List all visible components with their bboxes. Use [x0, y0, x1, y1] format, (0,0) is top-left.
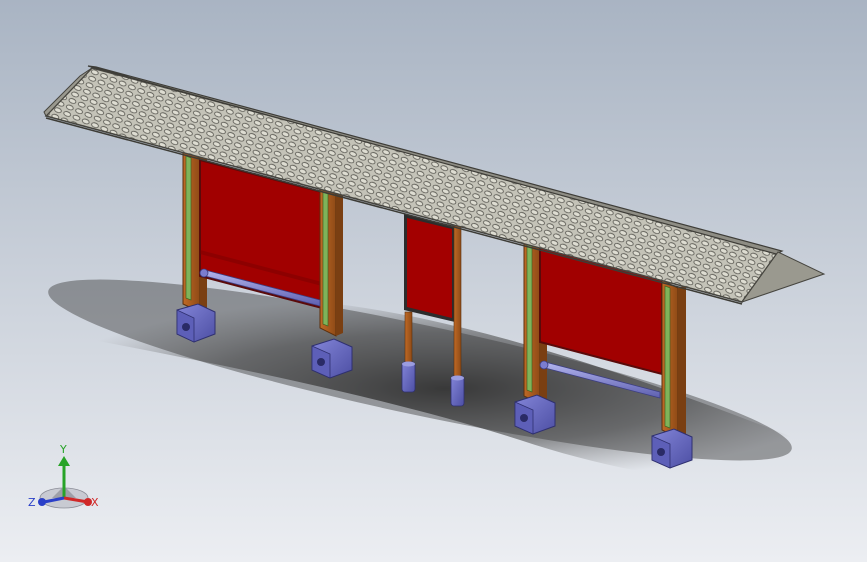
right-post-front[interactable]: [661, 279, 686, 439]
cad-viewport[interactable]: Y X Z: [0, 0, 867, 562]
left-base-front[interactable]: [311, 338, 353, 379]
left-post-front[interactable]: [319, 185, 343, 337]
model-scene[interactable]: [0, 0, 867, 562]
y-axis-label: Y: [59, 443, 67, 456]
x-axis-label: X: [91, 496, 99, 509]
right-base-front[interactable]: [651, 428, 693, 469]
right-base-back[interactable]: [514, 394, 556, 435]
center-sign-panel[interactable]: [404, 214, 455, 322]
z-axis-label: Z: [28, 496, 36, 509]
axis-triad: Y X Z: [28, 443, 99, 509]
left-base-back[interactable]: [176, 303, 216, 343]
